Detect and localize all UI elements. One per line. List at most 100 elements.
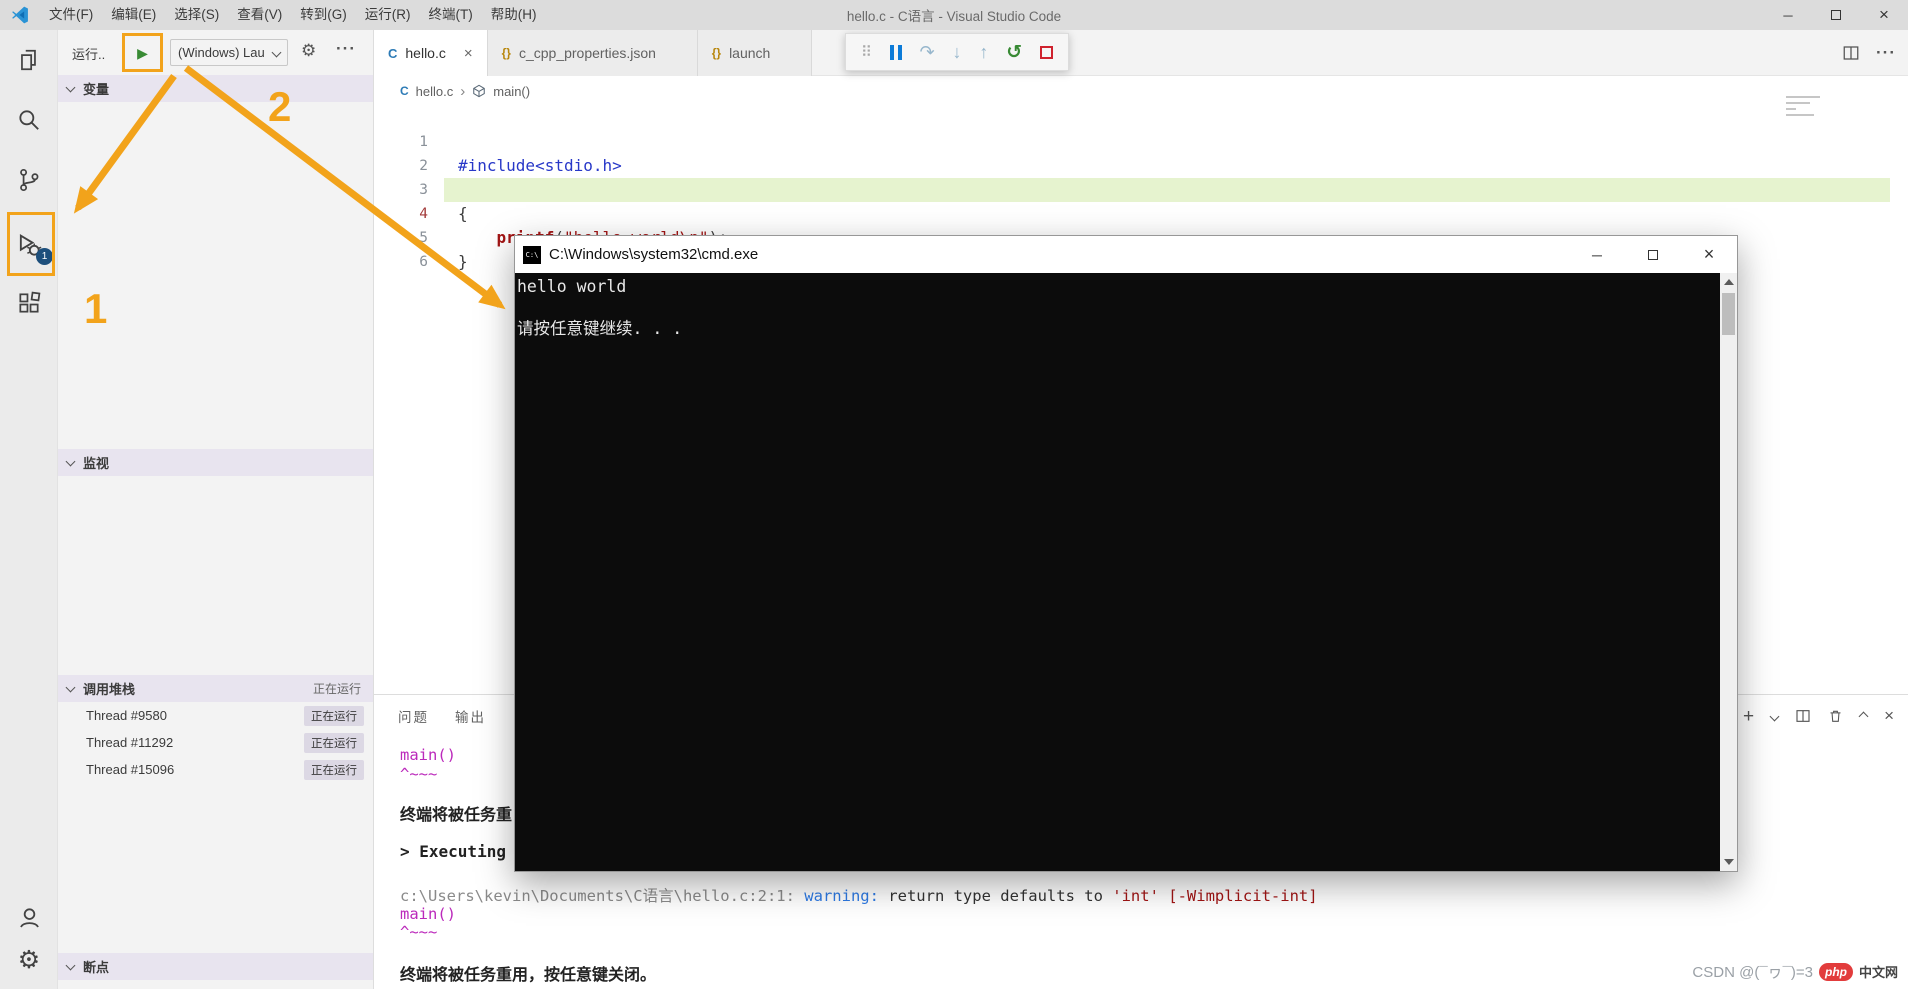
menu-item[interactable]: 查看(V) — [228, 0, 291, 30]
breadcrumb-file[interactable]: hello.c — [416, 84, 454, 99]
cmd-close-button[interactable]: × — [1681, 236, 1737, 273]
watermark: CSDN @(¯ヮ¯)=3 php 中文网 — [1692, 961, 1898, 982]
launch-config-label: (Windows) Lau — [178, 45, 265, 60]
section-breakpoints[interactable]: 断点 — [58, 953, 373, 980]
thread-list: Thread #9580 正在运行 Thread #11292 正在运行 Thr… — [58, 702, 373, 783]
account-icon[interactable] — [0, 893, 58, 941]
menu-item[interactable]: 运行(R) — [356, 0, 420, 30]
code-line[interactable]: 5 } — [374, 202, 1890, 271]
thread-name: Thread #15096 — [86, 762, 175, 777]
panel-output-line: main() — [400, 905, 456, 923]
step-over-button[interactable]: ↷ — [920, 43, 935, 61]
panel-output-line: ^~~~ — [400, 765, 438, 783]
extensions-icon[interactable] — [0, 279, 58, 327]
more-actions-icon[interactable]: ··· — [1876, 43, 1896, 63]
run-debug-sidebar: 运行.. ▶ (Windows) Lau ⚙ ··· 变量 监视 调用堆栈 正在… — [58, 30, 374, 989]
close-button[interactable]: × — [1860, 0, 1908, 30]
title-bar: 文件(F) 编辑(E) 选择(S) 查看(V) 转到(G) 运行(R) 终端(T) 帮助(H)… — [0, 0, 1908, 30]
explorer-icon[interactable] — [0, 36, 58, 84]
scroll-up-icon[interactable] — [1723, 279, 1734, 285]
step-out-button[interactable]: ↑ — [979, 43, 988, 61]
launch-config-dropdown[interactable]: (Windows) Lau — [170, 39, 288, 66]
drag-grip-icon[interactable]: ⠿ — [861, 43, 872, 61]
menu-item[interactable]: 文件(F) — [40, 0, 102, 30]
breadcrumb-symbol[interactable]: main() — [493, 84, 530, 99]
code-line[interactable]: 2 main() — [374, 130, 1890, 199]
editor-tab[interactable]: {} launch × — [697, 30, 813, 76]
chevron-down-icon — [271, 47, 282, 58]
minimize-icon: ─ — [1783, 7, 1793, 23]
vscode-window: 文件(F) 编辑(E) 选择(S) 查看(V) 转到(G) 运行(R) 终端(T) 帮助(H)… — [0, 0, 1908, 989]
panel-output-line: c:\Users\kevin\Documents\C语言\hello.c:2:1… — [400, 887, 1318, 905]
maximize-button[interactable] — [1812, 0, 1860, 30]
thread-status-badge: 正在运行 — [304, 705, 364, 726]
gear-glyph: ⚙ — [17, 946, 41, 974]
menu-item[interactable]: 编辑(E) — [102, 0, 165, 30]
scroll-down-icon[interactable] — [1723, 859, 1734, 865]
watermark-text: CSDN @(¯ヮ¯)=3 — [1692, 964, 1813, 981]
minimap[interactable] — [1786, 96, 1826, 120]
menu-item[interactable]: 选择(S) — [165, 0, 228, 30]
pause-button[interactable] — [889, 44, 902, 60]
tab-close-icon[interactable]: × — [464, 45, 473, 62]
code-area: 1 #include<stdio.h> 2 main() 3 { 4 print… — [374, 106, 1890, 271]
search-icon[interactable] — [0, 96, 58, 144]
code-line[interactable]: 4 printf("hello world\n"); — [374, 178, 1890, 247]
menu-item[interactable]: 帮助(H) — [482, 0, 546, 30]
thread-row[interactable]: Thread #9580 正在运行 — [58, 702, 373, 729]
start-debug-button[interactable]: ▶ — [122, 33, 163, 72]
maximize-icon — [1831, 10, 1841, 20]
cmd-window[interactable]: C:\ C:\Windows\system32\cmd.exe ─ × hell… — [514, 235, 1738, 872]
tab-bar: C hello.c × {} c_cpp_properties.json × {… — [374, 30, 1908, 76]
section-watch[interactable]: 监视 — [58, 449, 373, 476]
section-variables[interactable]: 变量 — [58, 75, 373, 102]
debug-settings-gear-icon[interactable]: ⚙ — [301, 41, 316, 61]
thread-name: Thread #11292 — [86, 735, 174, 750]
section-label: 变量 — [83, 82, 110, 97]
code-line[interactable]: 3 { — [374, 154, 1890, 223]
code-line[interactable]: 1 #include<stdio.h> — [374, 106, 1890, 175]
thread-row[interactable]: Thread #15096 正在运行 — [58, 756, 373, 783]
debug-toolbar: ⠿ ↷ ↓ ↑ ↺ — [845, 33, 1069, 71]
stop-button[interactable] — [1040, 45, 1053, 59]
activity-bar: 1 ⚙ — [0, 30, 58, 989]
section-label: 调用堆栈 — [83, 682, 136, 697]
file-type-icon: C — [388, 45, 398, 61]
editor-tab[interactable]: C hello.c × — [374, 30, 488, 76]
scrollbar-thumb[interactable] — [1722, 293, 1735, 335]
vscode-logo-icon — [12, 6, 28, 24]
section-callstack[interactable]: 调用堆栈 正在运行 — [58, 675, 373, 702]
c-file-icon: C — [400, 84, 409, 98]
debug-sidebar-toolbar: 运行.. ▶ (Windows) Lau ⚙ ··· — [58, 30, 373, 76]
menu-item[interactable]: 转到(G) — [291, 0, 356, 30]
tab-strip: C hello.c × {} c_cpp_properties.json × {… — [374, 30, 813, 76]
run-debug-icon[interactable]: 1 — [0, 221, 58, 269]
thread-row[interactable]: Thread #11292 正在运行 — [58, 729, 373, 756]
minimize-icon: ─ — [1592, 246, 1602, 263]
source-control-icon[interactable] — [0, 156, 58, 204]
split-editor-icon[interactable] — [1842, 44, 1860, 62]
chevron-down-icon — [65, 682, 76, 692]
cmd-maximize-button[interactable] — [1625, 236, 1681, 273]
thread-status-badge: 正在运行 — [304, 732, 364, 753]
cmd-title-bar[interactable]: C:\ C:\Windows\system32\cmd.exe ─ × — [515, 236, 1737, 273]
file-type-icon: {} — [501, 46, 511, 60]
window-controls: ─ × — [1764, 0, 1908, 30]
play-icon: ▶ — [137, 44, 148, 61]
editor-tab[interactable]: {} c_cpp_properties.json × — [487, 30, 698, 76]
watermark-site: 中文网 — [1858, 965, 1898, 980]
restart-button[interactable]: ↺ — [1006, 43, 1022, 62]
more-actions-icon[interactable]: ··· — [336, 39, 356, 59]
minimize-button[interactable]: ─ — [1764, 0, 1812, 30]
menu-item[interactable]: 终端(T) — [420, 0, 482, 30]
step-into-button[interactable]: ↓ — [953, 43, 962, 61]
line-number: 6 — [419, 254, 428, 270]
cmd-minimize-button[interactable]: ─ — [1569, 236, 1625, 273]
cmd-scrollbar[interactable] — [1720, 273, 1737, 871]
callstack-status: 正在运行 — [312, 682, 361, 696]
cmd-window-title: C:\Windows\system32\cmd.exe — [549, 246, 759, 263]
menu-bar: 文件(F) 编辑(E) 选择(S) 查看(V) 转到(G) 运行(R) 终端(T) 帮助(H) — [40, 0, 546, 30]
settings-gear-icon[interactable]: ⚙ — [0, 936, 58, 984]
line-code: } — [458, 252, 468, 271]
chevron-down-icon — [65, 960, 76, 970]
